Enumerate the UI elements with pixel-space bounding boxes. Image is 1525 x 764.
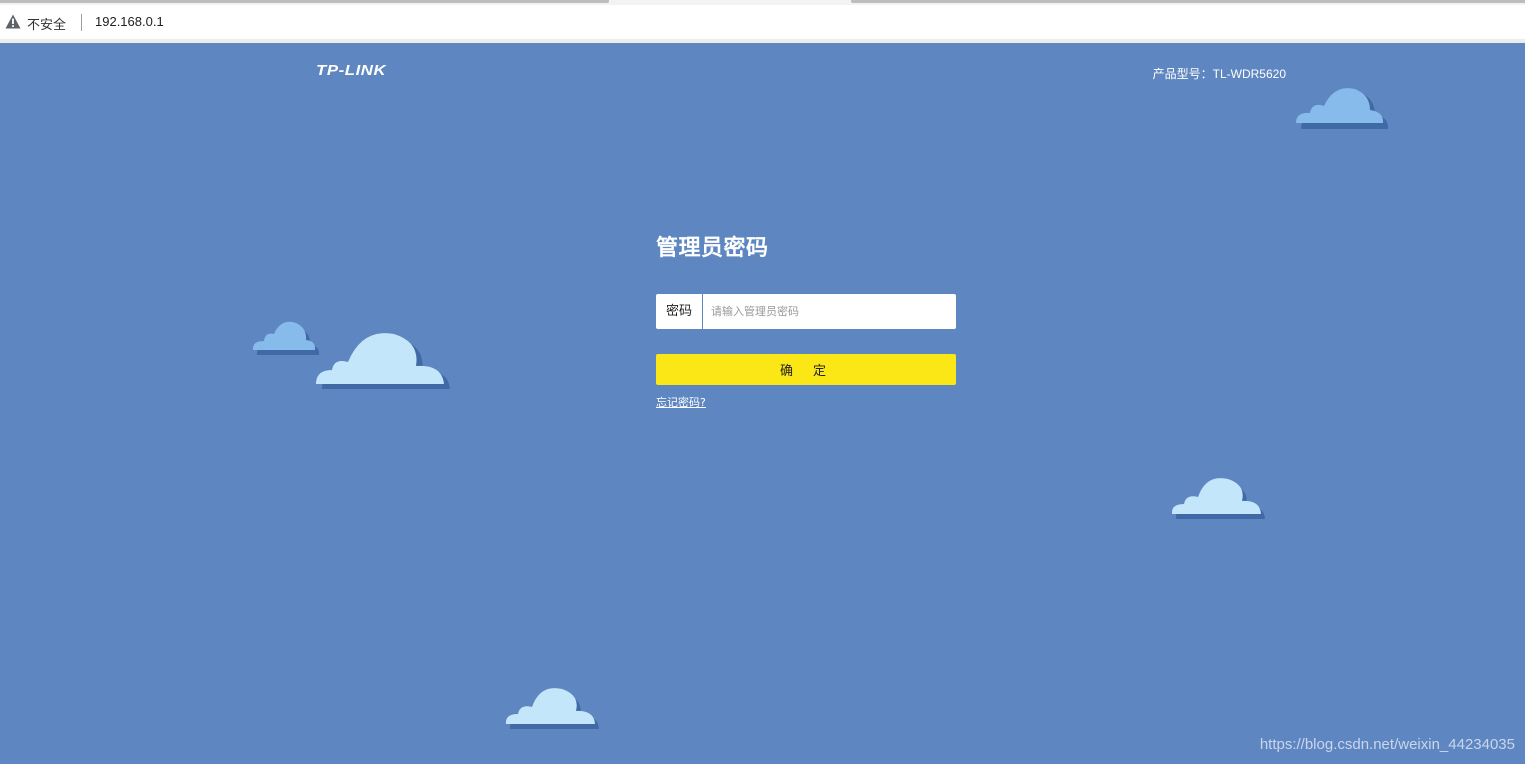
tab-edge-left	[0, 0, 609, 3]
cloud-icon	[1171, 478, 1265, 519]
address-bar[interactable]: 不安全 192.168.0.1	[0, 5, 1525, 43]
cloud-icon	[1296, 88, 1389, 129]
product-model: 产品型号：TL-WDR5620	[1152, 67, 1286, 81]
login-title: 管理员密码	[656, 236, 769, 261]
cloud-icon	[505, 688, 599, 729]
url-text[interactable]: 192.168.0.1	[95, 14, 164, 29]
password-field-row: 密码	[656, 294, 956, 329]
password-input[interactable]	[703, 294, 954, 329]
watermark: https://blog.csdn.net/weixin_44234035	[1259, 736, 1515, 753]
security-status-label[interactable]: 不安全	[27, 14, 66, 33]
forgot-password-link[interactable]: 忘记密码?	[656, 394, 706, 410]
tab-edge-right	[851, 0, 1525, 3]
tp-link-logo: TP-LINK	[316, 62, 387, 79]
router-login-page: TP-LINK 产品型号：TL-WDR5620 管理员密码 密码 确定 忘记密码…	[0, 43, 1525, 764]
cloud-icon	[316, 333, 450, 389]
address-divider	[81, 14, 82, 31]
confirm-button[interactable]: 确定	[656, 354, 956, 385]
cloud-icon	[252, 321, 320, 355]
warning-triangle-icon[interactable]	[5, 14, 21, 29]
password-label: 密码	[656, 294, 703, 329]
